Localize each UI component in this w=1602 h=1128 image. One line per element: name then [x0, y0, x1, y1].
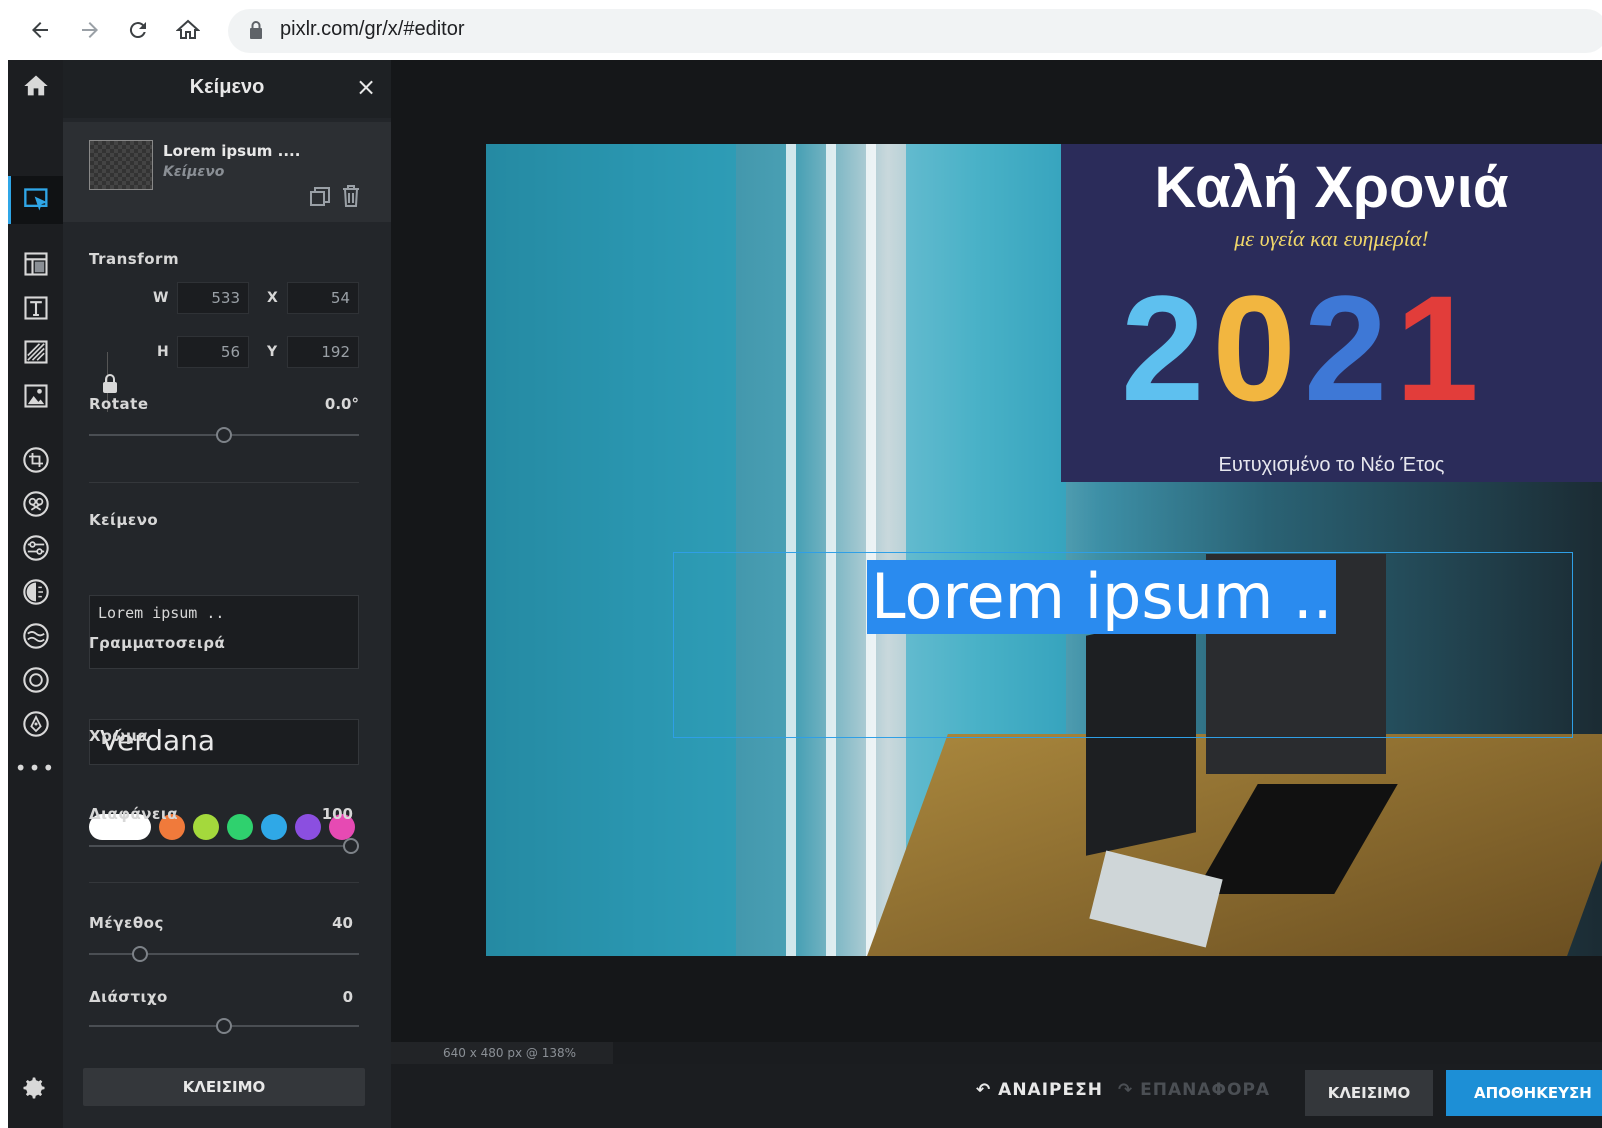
- reload-icon[interactable]: [122, 14, 154, 46]
- color-label: Χρώμα: [89, 727, 149, 745]
- divider: [89, 882, 359, 883]
- year-digit: 1: [1395, 264, 1487, 432]
- height-field[interactable]: 56: [177, 336, 249, 368]
- draw-tool-icon[interactable]: [8, 704, 63, 744]
- opacity-value: 100: [321, 805, 353, 823]
- tool-icon-bar: •••: [8, 60, 63, 1128]
- size-label: Μέγεθος: [89, 914, 164, 932]
- rotate-label: Rotate: [89, 395, 149, 413]
- text-properties-panel: Κείμενο × Lorem ipsum .... Κείμενο Trans…: [63, 60, 391, 1128]
- size-slider[interactable]: [89, 944, 359, 964]
- opacity-slider-knob[interactable]: [343, 838, 359, 854]
- home-icon[interactable]: [172, 14, 204, 46]
- line-spacing-label: Διάστιχο: [89, 988, 168, 1006]
- layer-name: Lorem ipsum ....: [163, 142, 301, 160]
- panel-close-button[interactable]: ΚΛΕΙΣΙΜΟ: [83, 1068, 365, 1106]
- greeting-card[interactable]: Καλή Χρονιά με υγεία και ευημερία! 2021 …: [1061, 144, 1602, 482]
- aspect-lock-icon[interactable]: [101, 373, 119, 395]
- card-subtitle: με υγεία και ευημερία!: [1234, 226, 1429, 251]
- year-digit: 0: [1212, 264, 1304, 432]
- curtain: [486, 144, 736, 956]
- card-footer: Ευτυχισμένο το Νέο Έτος: [1218, 454, 1445, 476]
- line-spacing-slider-knob[interactable]: [216, 1018, 232, 1034]
- more-tools-icon[interactable]: •••: [8, 748, 63, 788]
- url-text[interactable]: pixlr.com/gr/x/#editor: [280, 18, 465, 41]
- canvas-area[interactable]: Καλή Χρονιά με υγεία και ευημερία! 2021 …: [391, 60, 1602, 1042]
- panel-title: Κείμενο: [189, 76, 265, 98]
- transform-label: Transform: [89, 250, 180, 268]
- focus-tool-icon[interactable]: [8, 660, 63, 700]
- save-button[interactable]: ΑΠΟΘΗΚΕΥΣΗ: [1446, 1070, 1602, 1116]
- size-slider-knob[interactable]: [132, 946, 148, 962]
- crop-tool-icon[interactable]: [8, 440, 63, 480]
- panel-header: Κείμενο ×: [63, 60, 391, 118]
- forward-arrow-icon[interactable]: [74, 14, 106, 46]
- duplicate-icon[interactable]: [309, 186, 331, 208]
- filter-tool-icon[interactable]: [8, 572, 63, 612]
- font-label: Γραμματοσειρά: [89, 634, 226, 652]
- window-bar: [786, 144, 796, 956]
- width-field[interactable]: 533: [177, 282, 249, 314]
- year-digit: 2: [1303, 264, 1396, 432]
- pixlr-editor: ••• Κείμενο × Lorem ipsum .... Κείμενο T…: [8, 60, 1602, 1128]
- rotate-slider[interactable]: [89, 425, 359, 445]
- arrange-tool-icon[interactable]: [8, 176, 63, 224]
- layer-card[interactable]: Lorem ipsum .... Κείμενο: [63, 122, 391, 222]
- photo-layer[interactable]: Καλή Χρονιά με υγεία και ευημερία! 2021 …: [486, 144, 1602, 956]
- close-icon[interactable]: ×: [353, 74, 379, 100]
- y-field[interactable]: 192: [287, 336, 359, 368]
- layer-thumbnail: [89, 140, 153, 190]
- height-label: H: [157, 344, 169, 360]
- cutout-tool-icon[interactable]: [8, 484, 63, 524]
- size-value: 40: [332, 914, 353, 932]
- text-label: Κείμενο: [89, 511, 159, 529]
- line-spacing-value: 0: [342, 988, 353, 1006]
- zoom-info: 640 x 480 px @ 138%: [391, 1042, 613, 1064]
- text-tool-icon[interactable]: [8, 288, 63, 328]
- pattern-tool-icon[interactable]: [8, 332, 63, 372]
- opacity-label: Διαφάνεια: [89, 805, 179, 823]
- line-spacing-slider[interactable]: [89, 1016, 359, 1036]
- opacity-slider[interactable]: [89, 836, 359, 856]
- status-strip: 640 x 480 px @ 138%: [391, 1042, 1602, 1064]
- layout-template-icon[interactable]: [8, 244, 63, 284]
- text-layer-frame[interactable]: Lorem ipsum ..: [673, 552, 1573, 738]
- lock-icon: [250, 21, 262, 39]
- undo-button[interactable]: ↶ ΑΝΑΙΡΕΣΗ: [976, 1080, 1103, 1100]
- image-tool-icon[interactable]: [8, 376, 63, 416]
- trash-icon[interactable]: [340, 184, 362, 208]
- window-bar: [866, 144, 876, 956]
- card-year: 2021: [1121, 262, 1487, 435]
- year-digit: 2: [1121, 264, 1213, 432]
- y-label: Y: [267, 344, 278, 360]
- width-label: W: [153, 290, 169, 306]
- gear-icon[interactable]: [20, 1074, 48, 1102]
- card-title: Καλή Χρονιά: [1154, 155, 1509, 220]
- layer-type: Κείμενο: [163, 164, 225, 180]
- x-label: X: [267, 290, 278, 306]
- adjust-tool-icon[interactable]: [8, 528, 63, 568]
- rotate-slider-knob[interactable]: [216, 427, 232, 443]
- close-button[interactable]: ΚΛΕΙΣΙΜΟ: [1305, 1070, 1433, 1116]
- browser-toolbar: pixlr.com/gr/x/#editor: [0, 0, 1602, 60]
- rotate-value: 0.0°: [324, 395, 359, 413]
- back-arrow-icon[interactable]: [24, 14, 56, 46]
- x-field[interactable]: 54: [287, 282, 359, 314]
- selected-text[interactable]: Lorem ipsum ..: [867, 560, 1337, 634]
- text-input[interactable]: Lorem ipsum ..: [89, 595, 359, 669]
- bottom-bar: ↶ ΑΝΑΙΡΕΣΗ ↷ ΕΠΑΝΑΦΟΡΑ ΚΛΕΙΣΙΜΟ ΑΠΟΘΗΚΕΥ…: [391, 1064, 1602, 1128]
- liquify-tool-icon[interactable]: [8, 616, 63, 656]
- window-bar: [826, 144, 836, 956]
- redo-button[interactable]: ↷ ΕΠΑΝΑΦΟΡΑ: [1118, 1080, 1270, 1100]
- home-icon[interactable]: [8, 66, 63, 106]
- divider: [89, 482, 359, 483]
